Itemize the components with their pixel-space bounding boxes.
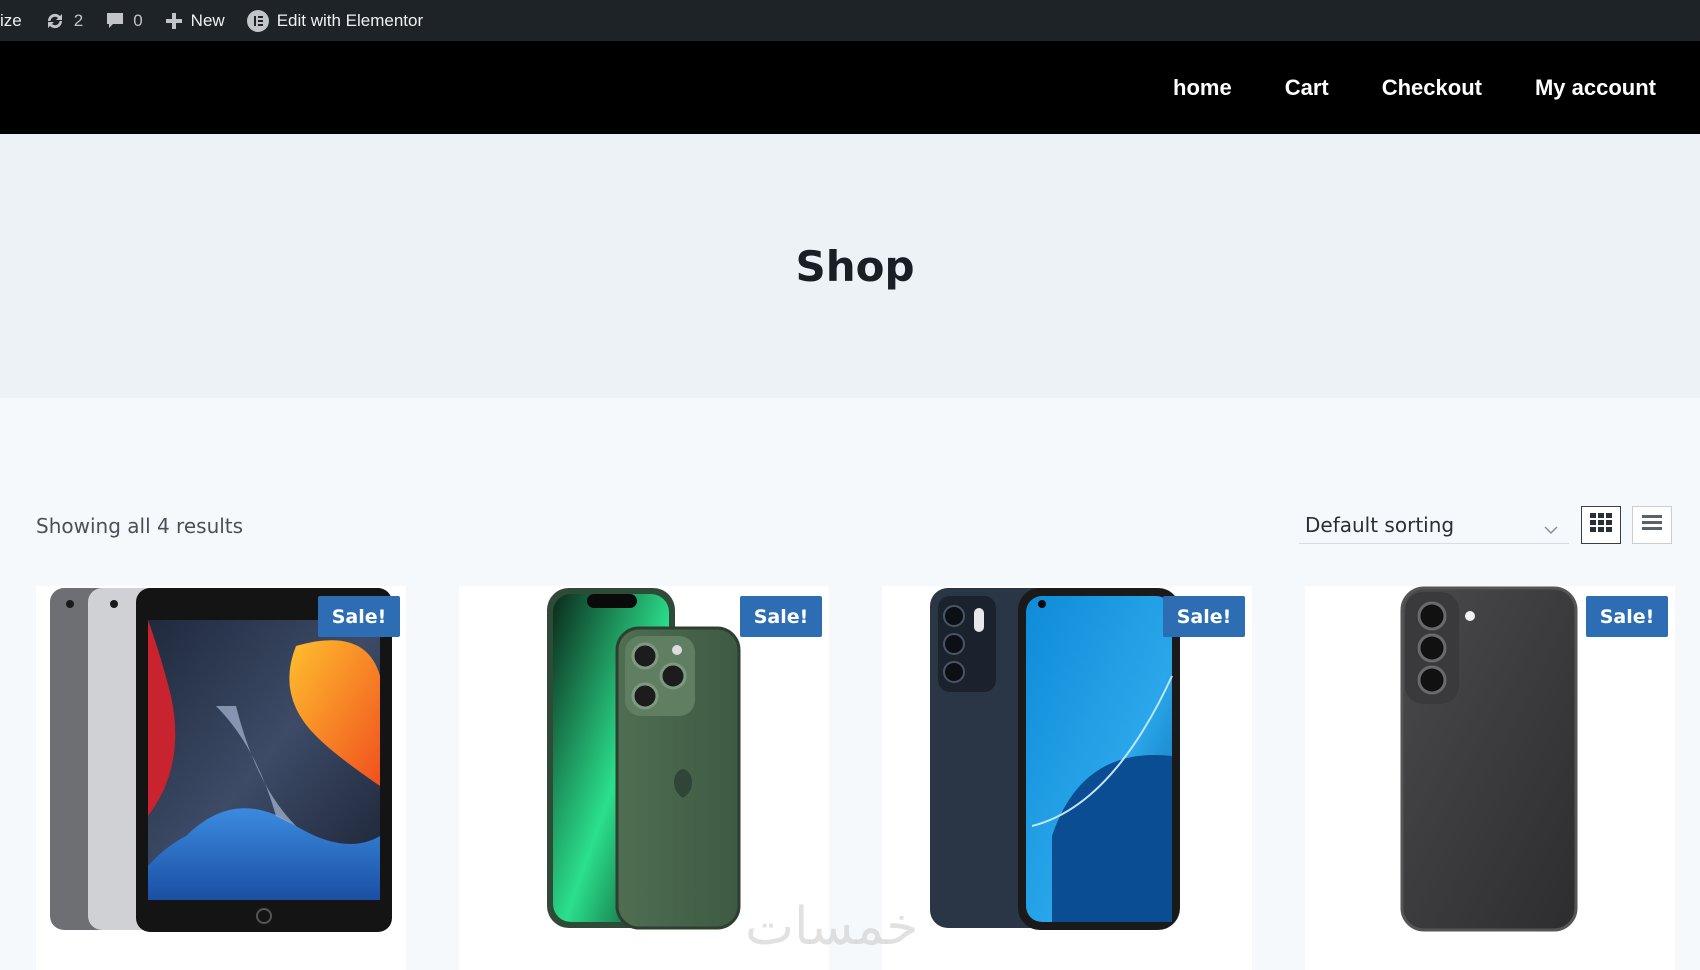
admin-bar: ize 2 0 New Edit with Elementor: [0, 0, 1700, 41]
comment-icon: [105, 11, 125, 31]
list-view-button[interactable]: [1632, 506, 1672, 544]
sorting-value: Default sorting: [1305, 513, 1455, 537]
list-icon: [1642, 514, 1662, 536]
sale-badge: Sale!: [1586, 596, 1668, 637]
shop-toolbar: Showing all 4 results Default sorting: [0, 500, 1700, 550]
product-card[interactable]: Sale!: [882, 586, 1252, 970]
chevron-down-icon: [1543, 516, 1559, 540]
comments-count: 0: [133, 10, 143, 30]
ipad-image: [50, 588, 392, 932]
result-count: Showing all 4 results: [36, 514, 244, 538]
product-card[interactable]: Sale!: [1305, 586, 1675, 970]
oppo-reno-image: [930, 588, 1180, 930]
elementor-label: Edit with Elementor: [276, 10, 424, 30]
page-title: Shop: [795, 242, 915, 291]
comments-link[interactable]: 0: [105, 0, 143, 41]
main-nav: home Cart Checkout My account: [1120, 41, 1656, 134]
new-label: New: [190, 10, 225, 30]
nav-checkout[interactable]: Checkout: [1382, 75, 1482, 101]
customize-label: ize: [0, 10, 22, 30]
plus-icon: [165, 12, 183, 30]
elementor-icon: [246, 9, 269, 32]
nav-home[interactable]: home: [1173, 75, 1232, 101]
grid-view-button[interactable]: [1581, 506, 1621, 544]
updates-count: 2: [73, 10, 84, 30]
sale-badge: Sale!: [1163, 596, 1245, 637]
samsung-s21-fe-image: [1400, 586, 1578, 932]
updates-link[interactable]: 2: [44, 0, 83, 41]
sale-badge: Sale!: [318, 596, 400, 637]
customize-link[interactable]: ize: [0, 0, 22, 41]
edit-with-elementor-link[interactable]: Edit with Elementor: [246, 0, 424, 41]
grid-icon: [1590, 512, 1612, 538]
page-hero: Shop: [0, 134, 1700, 398]
product-card[interactable]: Sale!: [36, 586, 406, 970]
nav-cart[interactable]: Cart: [1285, 75, 1329, 101]
new-content-link[interactable]: New: [165, 0, 225, 41]
sale-badge: Sale!: [740, 596, 822, 637]
site-header: home Cart Checkout My account: [0, 41, 1700, 134]
nav-my-account[interactable]: My account: [1535, 75, 1656, 101]
watermark: خمسات: [745, 897, 919, 957]
updates-icon: [44, 11, 66, 31]
sorting-select[interactable]: Default sorting: [1299, 508, 1569, 544]
